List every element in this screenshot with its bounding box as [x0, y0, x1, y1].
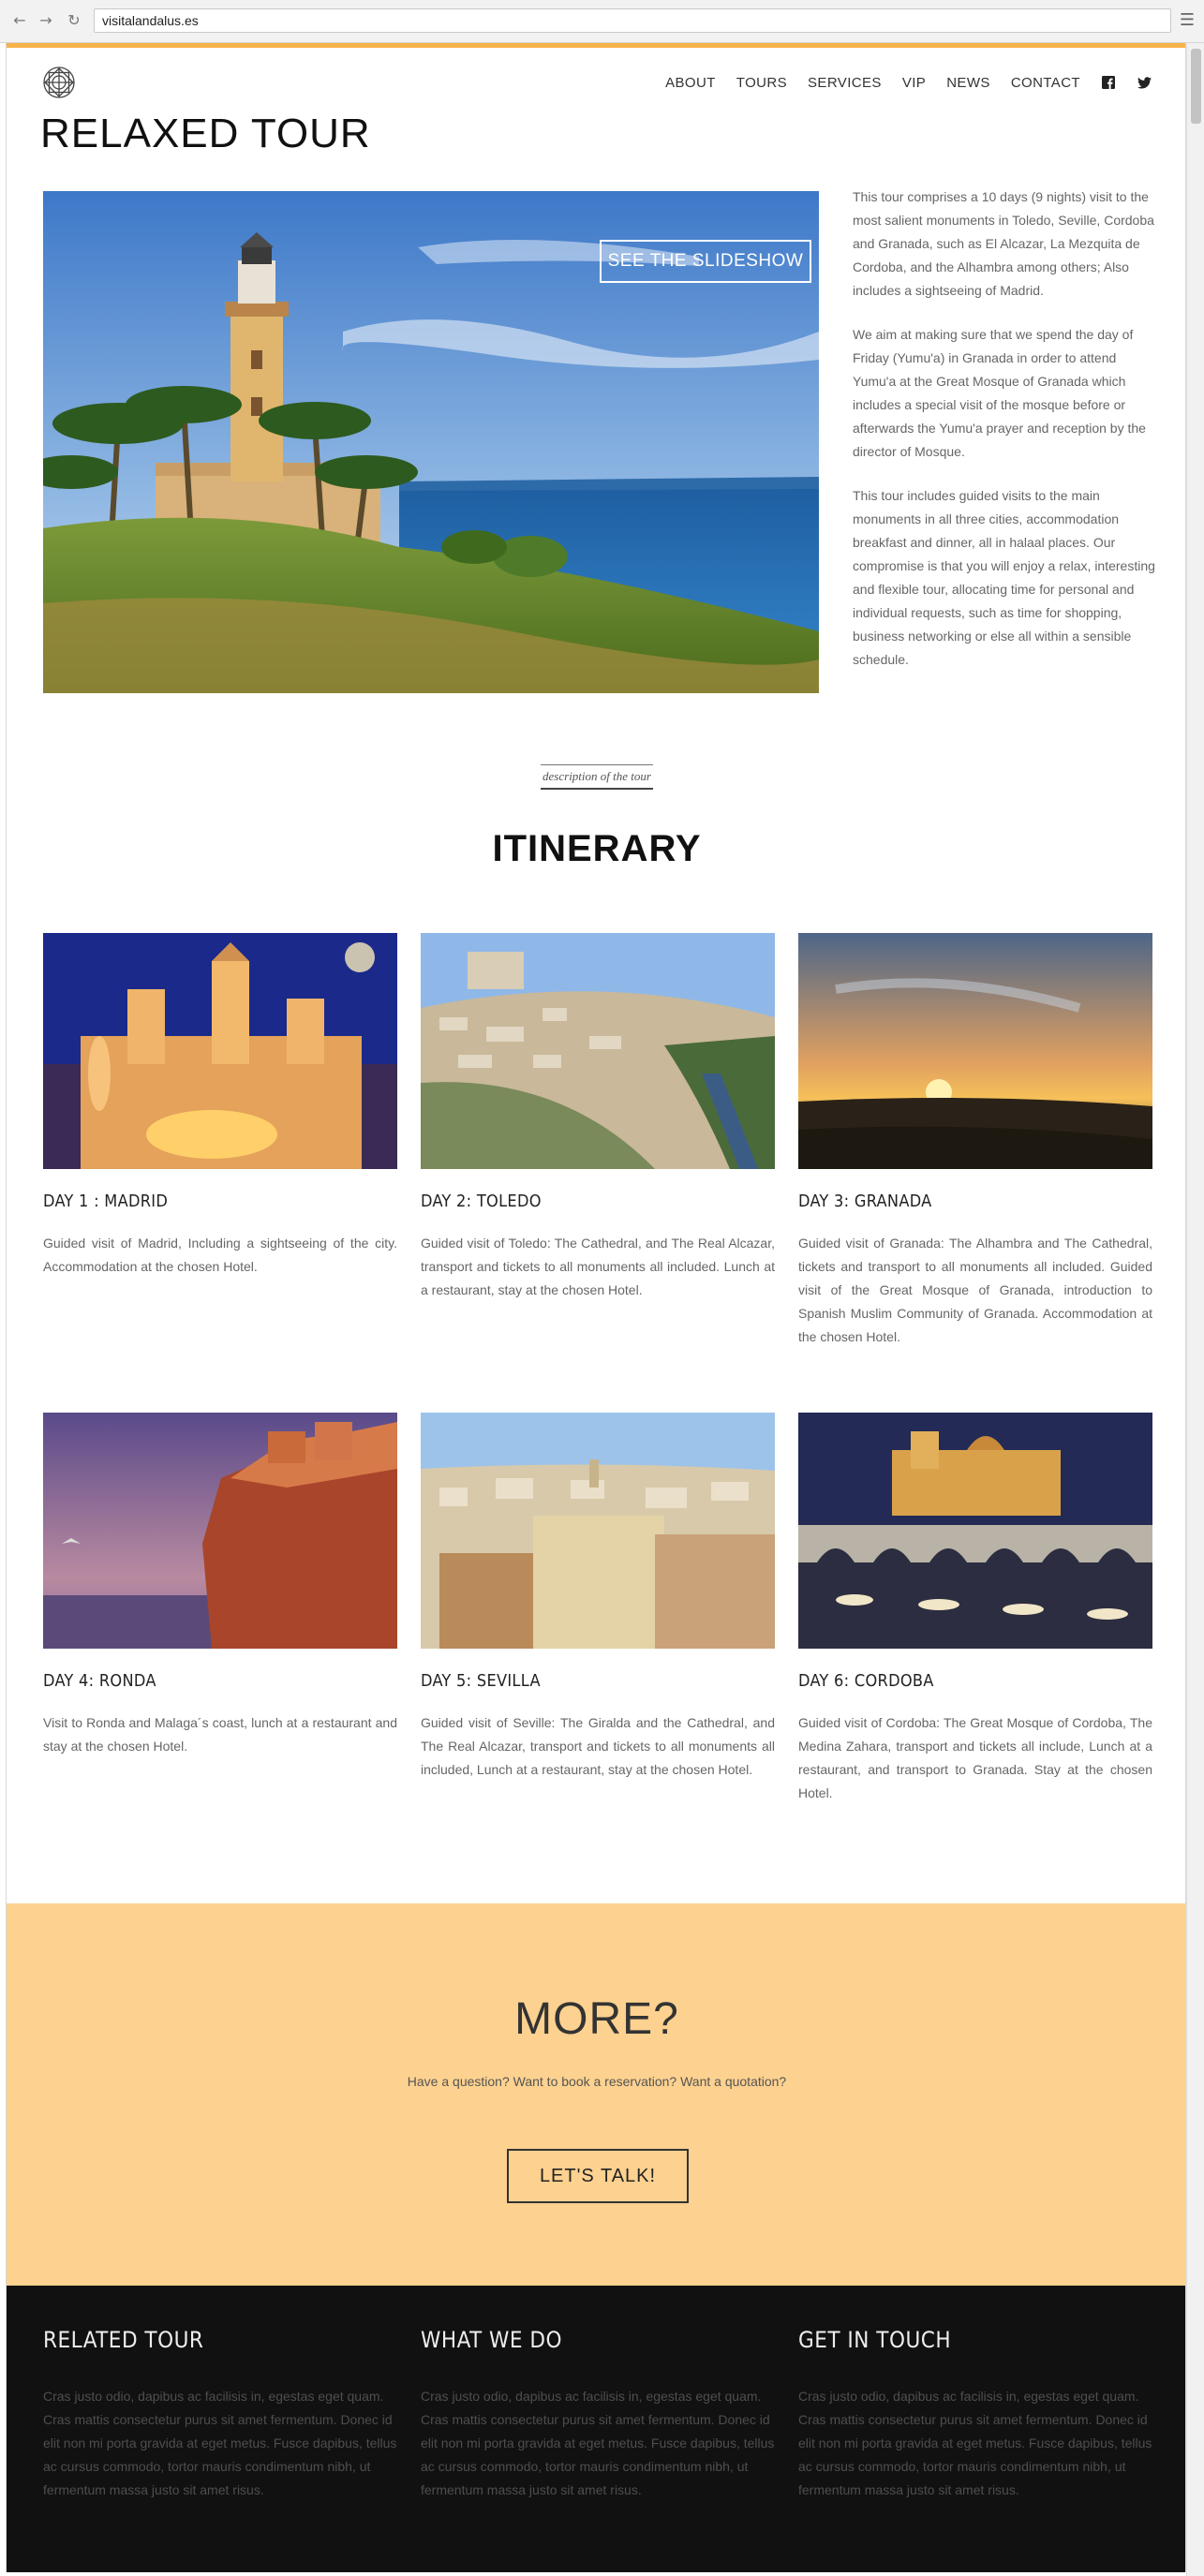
arrow-left-icon[interactable]: ← [11, 12, 28, 29]
nav-about[interactable]: ABOUT [665, 75, 716, 91]
reload-icon[interactable]: ↻ [66, 12, 82, 29]
day-description: Guided visit of Seville: The Giralda and… [421, 1715, 775, 1777]
lets-talk-button[interactable]: LET'S TALK! [507, 2149, 689, 2203]
geometric-star-logo-icon[interactable] [42, 66, 76, 99]
itinerary-title: ITINERARY [492, 828, 702, 869]
main-navigation: ABOUT TOURS SERVICES VIP NEWS CONTACT [665, 66, 1152, 99]
intro-paragraph: This tour comprises a 10 days (9 nights)… [853, 189, 1154, 298]
more-title: MORE? [514, 1994, 679, 2044]
intro-paragraph: This tour includes guided visits to the … [853, 488, 1155, 667]
madrid-cibeles-image[interactable] [43, 933, 397, 1169]
day-description: Guided visit of Toledo: The Cathedral, a… [421, 1236, 775, 1297]
more-subtitle: Have a question? Want to book a reservat… [407, 2074, 787, 2089]
intro-paragraph: We aim at making sure that we spend the … [853, 327, 1146, 459]
day-title: DAY 4: RONDA [43, 1671, 156, 1691]
footer-text: Cras justo odio, dapibus ac facilisis in… [43, 2389, 397, 2497]
top-accent-line [7, 43, 1185, 48]
footer-heading: RELATED TOUR [43, 2327, 204, 2353]
footer-text: Cras justo odio, dapibus ac facilisis in… [798, 2389, 1152, 2497]
sevilla-rooftops-image[interactable] [421, 1413, 775, 1649]
web-page: ABOUT TOURS SERVICES VIP NEWS CONTACT RE… [6, 43, 1186, 2572]
ronda-cliff-image[interactable] [43, 1413, 397, 1649]
day-title: DAY 5: SEVILLA [421, 1671, 541, 1691]
day-description: Guided visit of Cordoba: The Great Mosqu… [798, 1715, 1152, 1800]
nav-news[interactable]: NEWS [946, 75, 990, 91]
nav-contact[interactable]: CONTACT [1011, 75, 1080, 91]
footer-column-what-we-do: WHAT WE DO Cras justo odio, dapibus ac f… [421, 2327, 777, 2502]
itinerary-card: DAY 2: TOLEDO Guided visit of Toledo: Th… [421, 933, 775, 1302]
footer-column-related-tour: RELATED TOUR Cras justo odio, dapibus ac… [43, 2327, 399, 2502]
day-description: Guided visit of Granada: The Alhambra an… [798, 1236, 1152, 1344]
itinerary-card: DAY 4: RONDA Visit to Ronda and Malaga´s… [43, 1413, 397, 1758]
footer-text: Cras justo odio, dapibus ac facilisis in… [421, 2389, 775, 2497]
hamburger-menu-icon[interactable]: ☰ [1178, 11, 1197, 30]
section-kicker: description of the tour [7, 764, 1185, 790]
arrow-right-icon[interactable]: → [37, 12, 54, 29]
more-section: MORE? Have a question? Want to book a re… [7, 1903, 1185, 2286]
itinerary-card: DAY 5: SEVILLA Guided visit of Seville: … [421, 1413, 775, 1782]
scrollbar-thumb[interactable] [1191, 49, 1201, 124]
itinerary-card: DAY 1 : MADRID Guided visit of Madrid, I… [43, 933, 397, 1279]
vertical-scrollbar[interactable] [1186, 43, 1204, 2576]
page-title: RELAXED TOUR [40, 111, 371, 156]
itinerary-card: DAY 3: GRANADA Guided visit of Granada: … [798, 933, 1152, 1349]
day-title: DAY 3: GRANADA [798, 1192, 932, 1211]
browser-toolbar: ← → ↻ visitalandalus.es ☰ [0, 0, 1204, 43]
nav-vip[interactable]: VIP [902, 75, 926, 91]
day-title: DAY 2: TOLEDO [421, 1192, 542, 1211]
kicker-text: description of the tour [541, 764, 653, 790]
day-description: Visit to Ronda and Malaga´s coast, lunch… [43, 1715, 397, 1754]
hero-image-lighthouse: SEE THE SLIDESHOW [43, 191, 819, 693]
footer: RELATED TOUR Cras justo odio, dapibus ac… [7, 2286, 1185, 2572]
tour-description: This tour comprises a 10 days (9 nights)… [853, 185, 1156, 692]
granada-sunset-image[interactable] [798, 933, 1152, 1169]
day-title: DAY 1 : MADRID [43, 1192, 169, 1211]
footer-column-get-in-touch: GET IN TOUCH Cras justo odio, dapibus ac… [798, 2327, 1154, 2502]
address-bar[interactable]: visitalandalus.es [94, 8, 1171, 33]
facebook-icon[interactable] [1101, 75, 1116, 90]
toledo-image[interactable] [421, 933, 775, 1169]
day-description: Guided visit of Madrid, Including a sigh… [43, 1236, 397, 1274]
footer-heading: GET IN TOUCH [798, 2327, 952, 2353]
cordoba-bridge-image[interactable] [798, 1413, 1152, 1649]
see-slideshow-button[interactable]: SEE THE SLIDESHOW [600, 240, 811, 283]
nav-services[interactable]: SERVICES [808, 75, 882, 91]
itinerary-card: DAY 6: CORDOBA Guided visit of Cordoba: … [798, 1413, 1152, 1805]
nav-tours[interactable]: TOURS [736, 75, 787, 91]
day-title: DAY 6: CORDOBA [798, 1671, 934, 1691]
footer-heading: WHAT WE DO [421, 2327, 563, 2353]
twitter-icon[interactable] [1137, 75, 1152, 90]
